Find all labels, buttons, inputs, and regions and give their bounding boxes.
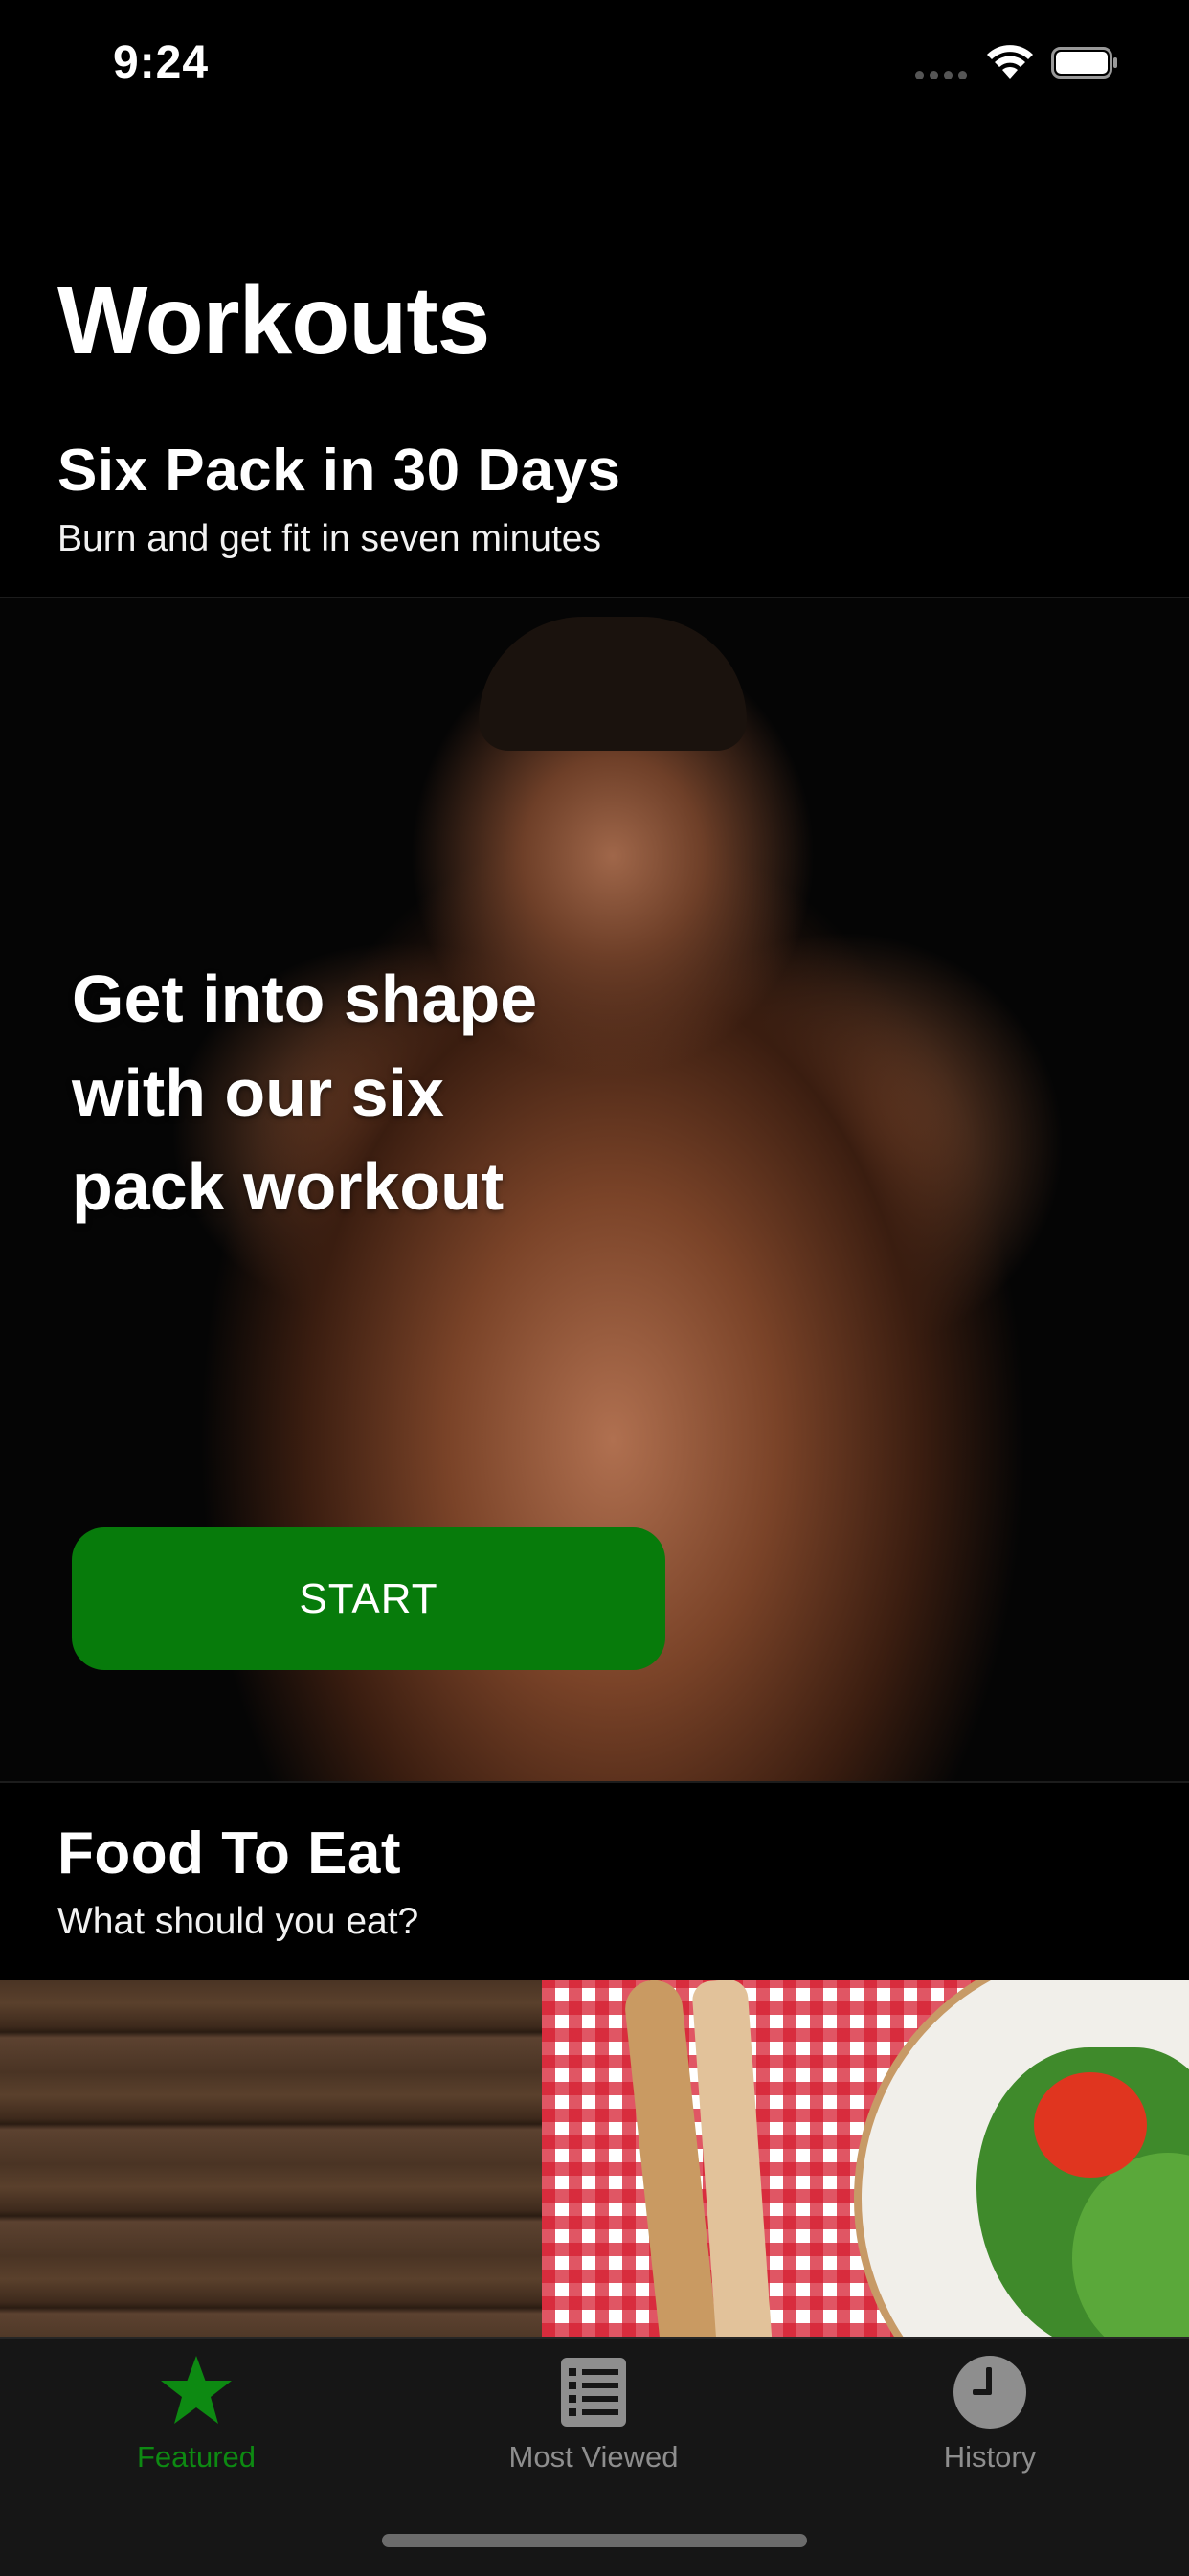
hero-headline-line: with our six (72, 1055, 444, 1130)
wifi-icon (987, 45, 1033, 79)
food-card-image[interactable] (0, 1980, 1189, 2337)
tab-featured[interactable]: Featured (53, 2352, 340, 2486)
tab-label: Featured (136, 2440, 257, 2474)
start-button[interactable]: START (72, 1527, 665, 1670)
tab-label: Most Viewed (508, 2440, 679, 2474)
workout-section-subtitle: Burn and get fit in seven minutes (57, 518, 601, 559)
hero-headline-line: Get into shape (72, 961, 538, 1036)
food-section-title: Food To Eat (57, 1820, 402, 1887)
cellular-signal-icon (915, 71, 967, 79)
home-indicator[interactable] (382, 2534, 807, 2547)
food-section-subtitle: What should you eat? (57, 1901, 419, 1942)
workout-section-title: Six Pack in 30 Days (57, 438, 621, 504)
status-time: 9:24 (113, 37, 210, 88)
clock-icon (953, 2356, 1026, 2429)
tab-most-viewed[interactable]: Most Viewed (450, 2352, 737, 2486)
list-icon (561, 2358, 626, 2427)
tab-history[interactable]: History (846, 2352, 1133, 2486)
section-divider (0, 1781, 1189, 1783)
workout-hero-card[interactable]: Get into shape with our six pack workout… (0, 598, 1189, 1781)
star-icon (161, 2356, 232, 2424)
status-bar: 9:24 (0, 0, 1189, 129)
tab-label: History (943, 2440, 1037, 2474)
hero-headline-line: pack workout (72, 1149, 505, 1224)
hero-image (479, 617, 747, 751)
battery-icon (1051, 47, 1117, 79)
page-title: Workouts (57, 267, 490, 374)
tomato-image (1034, 2072, 1147, 2178)
hero-headline: Get into shape with our six pack workout (72, 952, 608, 1233)
